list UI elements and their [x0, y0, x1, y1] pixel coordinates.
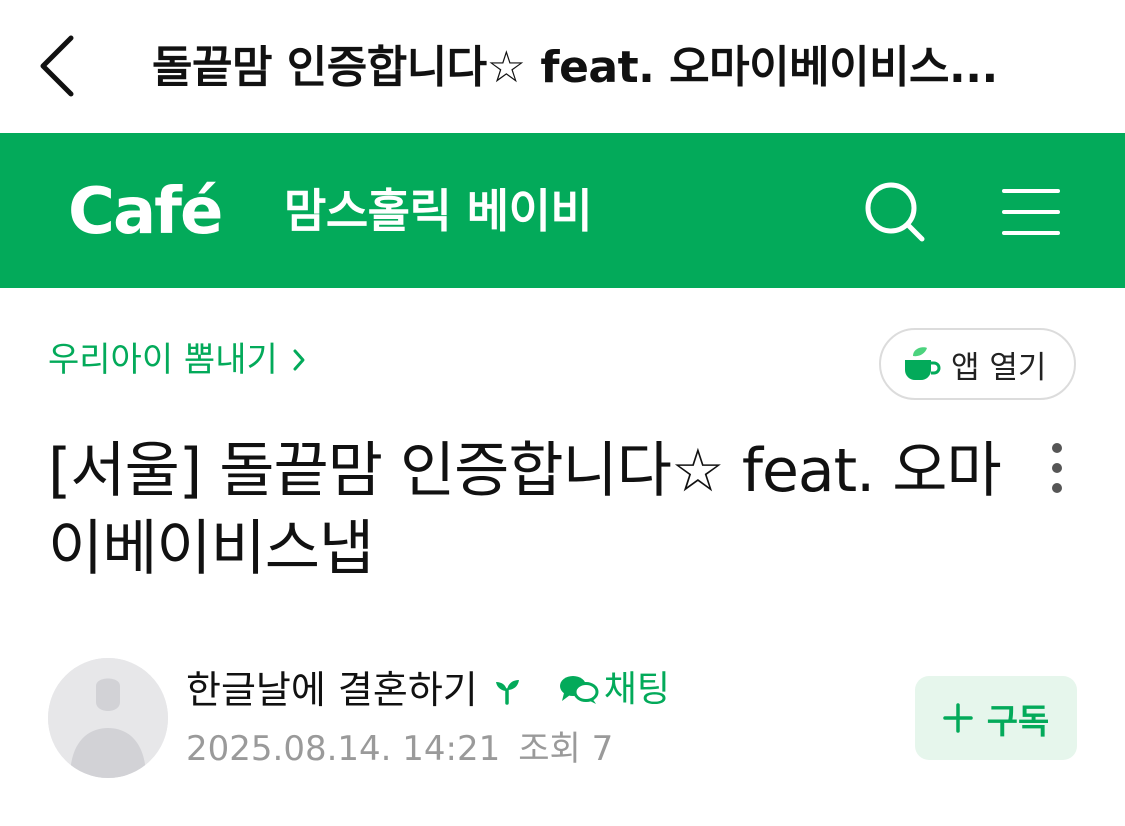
board-name: 우리아이 뽐내기	[48, 340, 278, 380]
app-open-label: 앱 열기	[951, 349, 1047, 386]
top-bar: 돌끝맘 인증합니다☆ feat. 오마이베이비스...	[0, 0, 1125, 133]
cafe-cup-icon	[905, 347, 941, 380]
subscribe-label: 구독	[986, 701, 1050, 742]
post-meta: 2025.08.14. 14:21 조회 7	[186, 726, 613, 772]
cafe-name[interactable]: 맘스홀릭 베이비	[284, 181, 593, 241]
search-button[interactable]	[860, 177, 930, 247]
app-open-button[interactable]: 앱 열기	[879, 328, 1076, 400]
cafe-logo[interactable]: Café	[68, 177, 223, 247]
chat-button[interactable]: 채팅	[558, 665, 670, 715]
plus-icon	[942, 703, 973, 733]
sprout-icon	[495, 680, 519, 705]
menu-button[interactable]	[1000, 181, 1062, 243]
menu-icon	[1002, 189, 1060, 235]
chevron-left-icon	[40, 35, 74, 97]
subscribe-button[interactable]: 구독	[915, 676, 1077, 760]
page-title: 돌끝맘 인증합니다☆ feat. 오마이베이비스...	[152, 42, 998, 93]
more-options-button[interactable]	[1035, 440, 1079, 496]
author-name[interactable]: 한글날에 결혼하기	[186, 665, 478, 715]
chat-label: 채팅	[603, 669, 671, 710]
cafe-header: Café 맘스홀릭 베이비	[0, 133, 1125, 288]
view-count: 조회 7	[518, 729, 614, 769]
author-row: 한글날에 결혼하기 채팅	[186, 664, 670, 716]
back-button[interactable]	[30, 30, 84, 102]
post-title: [서울] 돌끝맘 인증합니다☆ feat. 오마이베이비스냅	[48, 436, 1002, 584]
board-breadcrumb[interactable]: 우리아이 뽐내기	[48, 336, 306, 384]
more-vertical-icon	[1052, 443, 1062, 493]
avatar[interactable]	[48, 658, 168, 778]
default-profile-icon	[48, 658, 168, 778]
chevron-right-icon	[293, 349, 305, 371]
search-icon	[865, 182, 925, 242]
chat-bubble-icon	[559, 676, 599, 704]
post-date: 2025.08.14. 14:21	[186, 729, 501, 769]
